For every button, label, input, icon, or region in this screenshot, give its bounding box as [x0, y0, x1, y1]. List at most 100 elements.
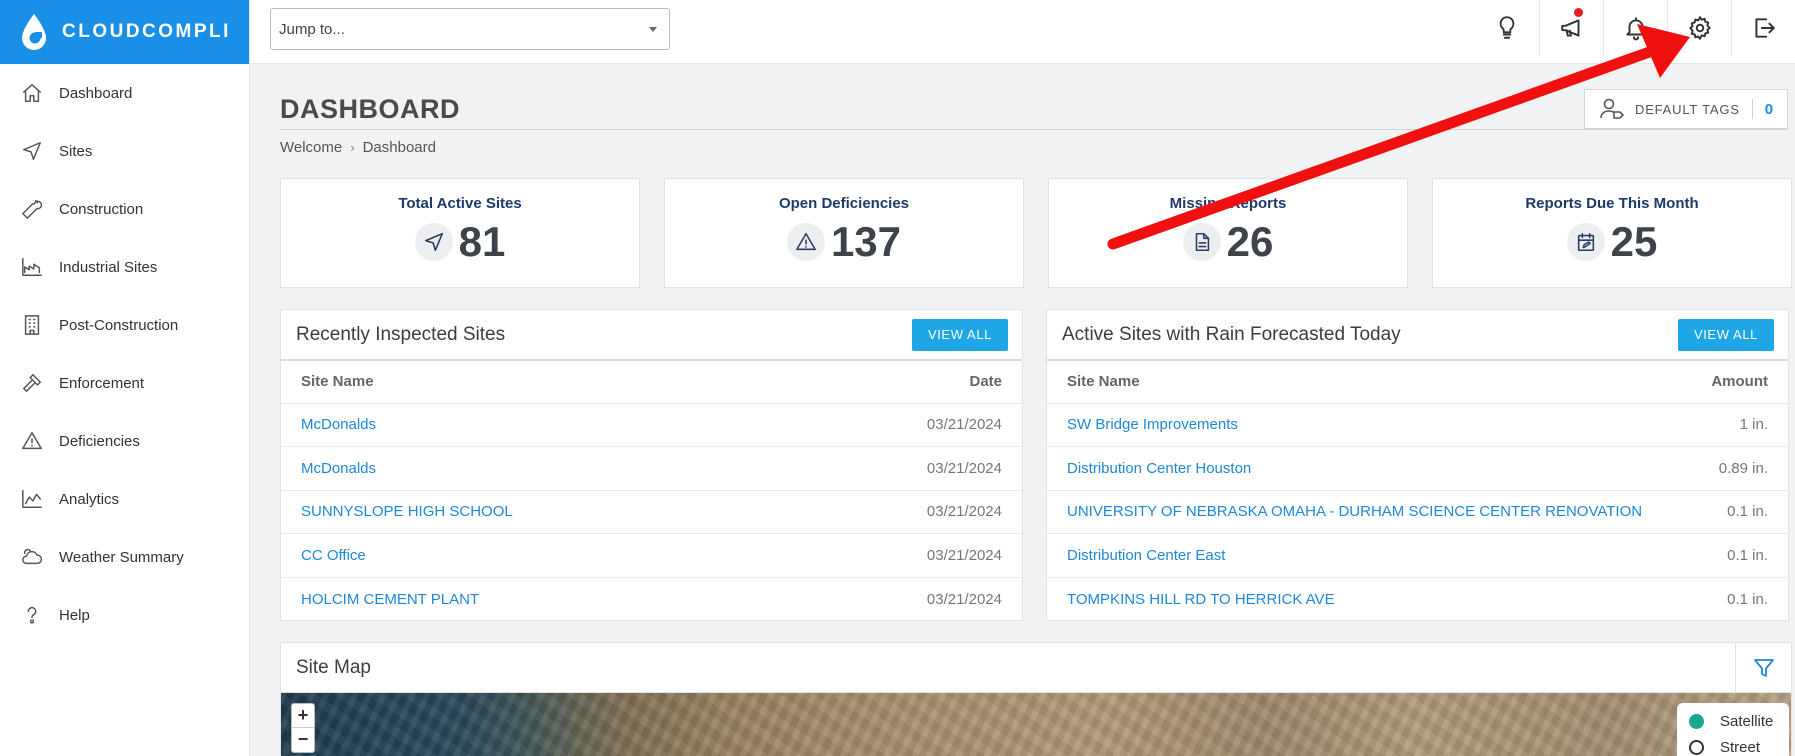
- notifications-button[interactable]: [1603, 0, 1667, 56]
- bell-icon: [1625, 17, 1646, 41]
- breadcrumb-dashboard: Dashboard: [362, 139, 436, 156]
- building-icon: [20, 313, 44, 337]
- breadcrumb-welcome[interactable]: Welcome: [280, 139, 342, 156]
- column-header-date[interactable]: Date: [789, 361, 1022, 404]
- rain-sites-table: Site Name Amount SW Bridge Improvements 1…: [1047, 361, 1788, 621]
- lightbulb-button[interactable]: [1475, 0, 1539, 56]
- sidebar-item-weather-summary[interactable]: Weather Summary: [0, 528, 249, 586]
- table-row: TOMPKINS HILL RD TO HERRICK AVE 0.1 in.: [1047, 577, 1788, 621]
- view-all-rain-button[interactable]: VIEW ALL: [1677, 318, 1774, 351]
- sidebar: CLOUDCOMPLI Dashboard Sites Construction…: [0, 0, 250, 756]
- table-row: CC Office 03/21/2024: [281, 533, 1022, 578]
- site-link[interactable]: Distribution Center Houston: [1047, 446, 1688, 491]
- map-filter-button[interactable]: [1735, 643, 1791, 693]
- stat-title: Total Active Sites: [398, 195, 522, 212]
- notification-dot: [1574, 8, 1583, 17]
- chevron-down-icon: [649, 27, 657, 32]
- brand-name: CLOUDCOMPLI: [62, 21, 231, 42]
- sidebar-item-deficiencies[interactable]: Deficiencies: [0, 412, 249, 470]
- factory-icon: [20, 255, 44, 279]
- announcements-button[interactable]: [1539, 0, 1603, 56]
- view-all-recent-button[interactable]: VIEW ALL: [911, 318, 1008, 351]
- logout-icon: [1754, 18, 1775, 38]
- default-tags-button[interactable]: DEFAULT TAGS 0: [1584, 89, 1788, 129]
- inspection-date: 03/21/2024: [926, 590, 1002, 608]
- stat-value: 137: [830, 218, 902, 265]
- brand-logo[interactable]: CLOUDCOMPLI: [0, 0, 249, 64]
- stat-card-reports-due[interactable]: Reports Due This Month 25: [1432, 178, 1792, 288]
- warning-icon: [20, 429, 44, 453]
- sidebar-item-enforcement[interactable]: Enforcement: [0, 354, 249, 412]
- inspection-date: 03/21/2024: [789, 403, 1022, 447]
- logout-button[interactable]: [1731, 0, 1795, 56]
- sidebar-item-industrial-sites[interactable]: Industrial Sites: [0, 238, 249, 296]
- layer-label: Street: [1720, 739, 1761, 756]
- panel-title: Recently Inspected Sites: [296, 323, 506, 345]
- user-tag-icon: [1600, 98, 1625, 119]
- help-icon: [20, 603, 44, 627]
- stat-card-open-deficiencies[interactable]: Open Deficiencies 137: [664, 178, 1024, 288]
- sidebar-item-analytics[interactable]: Analytics: [0, 470, 249, 528]
- sidebar-item-label: Weather Summary: [59, 548, 184, 566]
- sidebar-item-label: Industrial Sites: [59, 258, 158, 276]
- inspection-date: 03/21/2024: [789, 446, 1022, 491]
- navigation-arrow-icon: [20, 139, 44, 163]
- site-link[interactable]: McDonalds: [281, 403, 790, 447]
- rain-amount: 0.1 in.: [1687, 533, 1788, 578]
- sidebar-item-label: Analytics: [59, 490, 120, 508]
- stat-card-missing-reports[interactable]: Missing Reports 26: [1048, 178, 1408, 288]
- topbar: Jump to...: [250, 0, 1795, 64]
- stat-value: 81: [458, 218, 506, 265]
- site-link[interactable]: CC Office: [281, 533, 790, 578]
- satellite-map[interactable]: + − Satellite Street: [281, 693, 1791, 756]
- zoom-control: + −: [291, 703, 315, 753]
- rain-amount: 1 in.: [1687, 403, 1788, 447]
- column-header-amount[interactable]: Amount: [1687, 361, 1788, 404]
- jump-to-select[interactable]: Jump to...: [270, 8, 670, 50]
- stat-title: Reports Due This Month: [1525, 195, 1699, 212]
- panel-title: Site Map: [296, 656, 371, 678]
- table-row: Distribution Center Houston 0.89 in.: [1047, 446, 1788, 491]
- topbar-actions: [1475, 0, 1795, 56]
- warning-icon: [786, 223, 825, 261]
- area-chart-icon: [20, 487, 44, 511]
- settings-button[interactable]: [1667, 0, 1731, 56]
- sidebar-item-dashboard[interactable]: Dashboard: [0, 64, 249, 122]
- column-header-site-name[interactable]: Site Name: [281, 361, 790, 404]
- layer-option-satellite[interactable]: Satellite: [1689, 713, 1777, 730]
- radio-unselected[interactable]: [1689, 740, 1704, 755]
- sidebar-item-label: Enforcement: [59, 374, 145, 392]
- zoom-out-button[interactable]: −: [292, 728, 314, 752]
- stats-row: Total Active Sites 81 Open Deficiencies …: [280, 178, 1792, 288]
- stat-card-total-active-sites[interactable]: Total Active Sites 81: [280, 178, 640, 288]
- site-link[interactable]: Distribution Center East: [1047, 533, 1688, 578]
- sidebar-item-label: Deficiencies: [59, 432, 140, 450]
- site-map-panel: Site Map + − Satellite Street: [280, 642, 1792, 756]
- sidebar-item-help[interactable]: Help: [0, 586, 249, 644]
- site-link[interactable]: McDonalds: [281, 446, 790, 491]
- gear-icon: [1688, 16, 1711, 40]
- table-row: SUNNYSLOPE HIGH SCHOOL 03/21/2024: [281, 490, 1022, 534]
- table-row: McDonalds 03/21/2024: [281, 446, 1022, 491]
- cloud-icon: [20, 545, 44, 569]
- table-row: HOLCIM CEMENT PLANT 03/21/2024: [281, 577, 1022, 621]
- zoom-in-button[interactable]: +: [292, 704, 314, 728]
- wrench-icon: [20, 197, 44, 221]
- jump-to-placeholder: Jump to...: [279, 20, 345, 38]
- home-icon: [20, 81, 44, 105]
- sidebar-item-post-construction[interactable]: Post-Construction: [0, 296, 249, 354]
- sidebar-item-construction[interactable]: Construction: [0, 180, 249, 238]
- site-link[interactable]: SW Bridge Improvements: [1047, 403, 1688, 447]
- site-link[interactable]: TOMPKINS HILL RD TO HERRICK AVE: [1047, 577, 1687, 621]
- site-link[interactable]: SUNNYSLOPE HIGH SCHOOL: [281, 490, 790, 534]
- radio-selected[interactable]: [1689, 714, 1704, 729]
- sidebar-item-sites[interactable]: Sites: [0, 122, 249, 180]
- inspection-date: 03/21/2024: [789, 490, 1022, 534]
- sidebar-nav: Dashboard Sites Construction Industrial …: [0, 64, 249, 644]
- layer-option-street[interactable]: Street: [1689, 739, 1777, 756]
- gavel-icon: [20, 371, 44, 395]
- site-link[interactable]: UNIVERSITY OF NEBRASKA OMAHA - DURHAM SC…: [1047, 490, 1688, 534]
- column-header-site-name[interactable]: Site Name: [1047, 361, 1688, 404]
- site-link[interactable]: HOLCIM CEMENT PLANT: [281, 577, 790, 621]
- filter-icon: [1753, 659, 1774, 677]
